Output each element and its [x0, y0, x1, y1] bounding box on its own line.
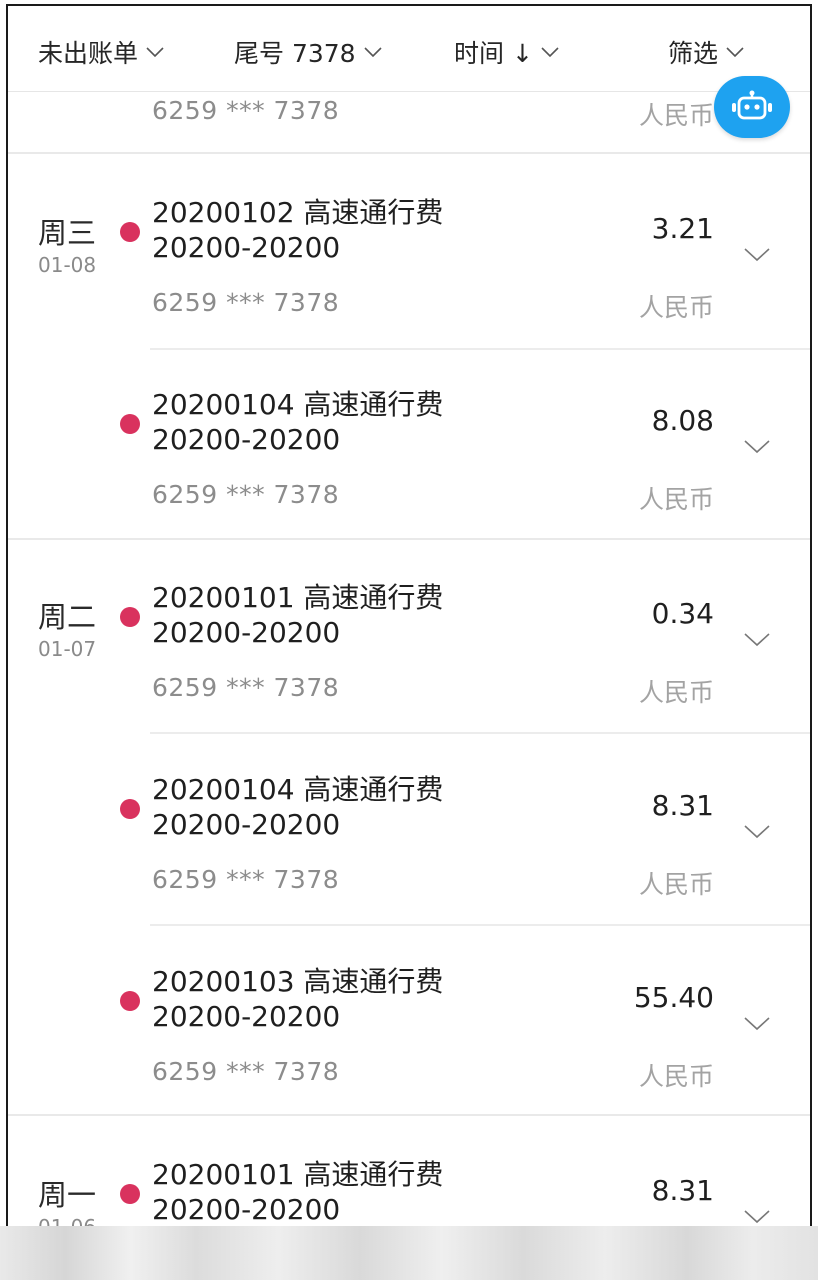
chevron-down-icon[interactable]: [742, 246, 772, 264]
chevron-down-icon[interactable]: [742, 823, 772, 841]
status-dot: [120, 607, 140, 627]
card-number: 6259 *** 7378: [152, 288, 340, 317]
transaction-route: 20200-20200: [152, 423, 341, 456]
chevron-down-icon: [146, 47, 164, 58]
status-dot: [120, 414, 140, 434]
currency-label: 人民币: [638, 293, 714, 322]
filter-label: 筛选: [668, 39, 719, 68]
currency-label: 人民币: [638, 485, 714, 514]
transaction-route: 20200-20200: [152, 616, 341, 649]
chevron-down-icon: [726, 47, 744, 58]
transaction-description: 20200101 高速通行费: [152, 1158, 444, 1191]
filter-dropdown[interactable]: 筛选: [668, 32, 746, 72]
transaction-description: 20200102 高速通行费: [152, 196, 444, 229]
transaction-row[interactable]: 20200104 高速通行费 20200-20200 8.08 6259 ***…: [8, 346, 810, 538]
chevron-down-icon[interactable]: [742, 1015, 772, 1033]
chevron-down-icon[interactable]: [742, 1208, 772, 1226]
chevron-down-icon[interactable]: [742, 438, 772, 456]
status-dot: [120, 991, 140, 1011]
transaction-route: 20200-20200: [152, 1000, 341, 1033]
transaction-amount: 0.34: [651, 597, 714, 630]
transaction-amount: 8.08: [651, 404, 714, 437]
transaction-description: 20200101 高速通行费: [152, 581, 444, 614]
transaction-route: 20200-20200: [152, 1193, 341, 1226]
card-number: 6259 *** 7378: [152, 673, 340, 702]
assistant-button[interactable]: [714, 76, 790, 138]
transaction-row[interactable]: 20200104 高速通行费 20200-20200 8.31 6259 ***…: [8, 731, 810, 923]
transaction-list-screen: 未出账单 尾号 7378 时间 ↓ 筛选 6259 *** 7378 人民币 周…: [6, 4, 812, 1226]
status-dot: [120, 1184, 140, 1204]
card-number: 6259 *** 7378: [152, 1057, 340, 1086]
transaction-amount: 8.31: [651, 1174, 714, 1207]
chevron-down-icon: [364, 47, 382, 58]
time-sort-dropdown[interactable]: 时间 ↓: [454, 32, 561, 72]
card-tail-label: 尾号 7378: [234, 39, 356, 68]
status-dot: [120, 222, 140, 242]
card-number: 6259 *** 7378: [152, 865, 340, 894]
blurred-bottom-strip: [0, 1226, 818, 1280]
time-sort-label: 时间 ↓: [454, 39, 533, 68]
card-tail-dropdown[interactable]: 尾号 7378: [234, 32, 384, 72]
bill-status-label: 未出账单: [38, 39, 139, 68]
chevron-down-icon: [541, 47, 559, 58]
transaction-route: 20200-20200: [152, 231, 341, 264]
currency-label: 人民币: [638, 1062, 714, 1091]
transaction-row[interactable]: 20200103 高速通行费 20200-20200 55.40 6259 **…: [8, 923, 810, 1115]
transaction-route: 20200-20200: [152, 808, 341, 841]
filter-bar: 未出账单 尾号 7378 时间 ↓ 筛选: [8, 6, 810, 92]
transaction-row[interactable]: 20200101 高速通行费 20200-20200 0.34 6259 ***…: [8, 539, 810, 731]
currency-label: 人民币: [638, 101, 714, 130]
transaction-description: 20200104 高速通行费: [152, 773, 444, 806]
card-number: 6259 *** 7378: [152, 96, 340, 125]
bill-status-dropdown[interactable]: 未出账单: [38, 32, 166, 72]
transaction-amount: 3.21: [651, 212, 714, 245]
transaction-row[interactable]: 20200101 高速通行费 20200-20200 8.31: [8, 1116, 810, 1226]
robot-icon: [732, 90, 772, 120]
currency-label: 人民币: [638, 678, 714, 707]
status-dot: [120, 799, 140, 819]
transaction-description: 20200104 高速通行费: [152, 388, 444, 421]
chevron-down-icon[interactable]: [742, 631, 772, 649]
transaction-amount: 8.31: [651, 789, 714, 822]
transaction-amount: 55.40: [633, 981, 714, 1014]
transaction-description: 20200103 高速通行费: [152, 965, 444, 998]
card-number: 6259 *** 7378: [152, 480, 340, 509]
transaction-row[interactable]: 20200102 高速通行费 20200-20200 3.21 6259 ***…: [8, 154, 810, 346]
currency-label: 人民币: [638, 870, 714, 899]
